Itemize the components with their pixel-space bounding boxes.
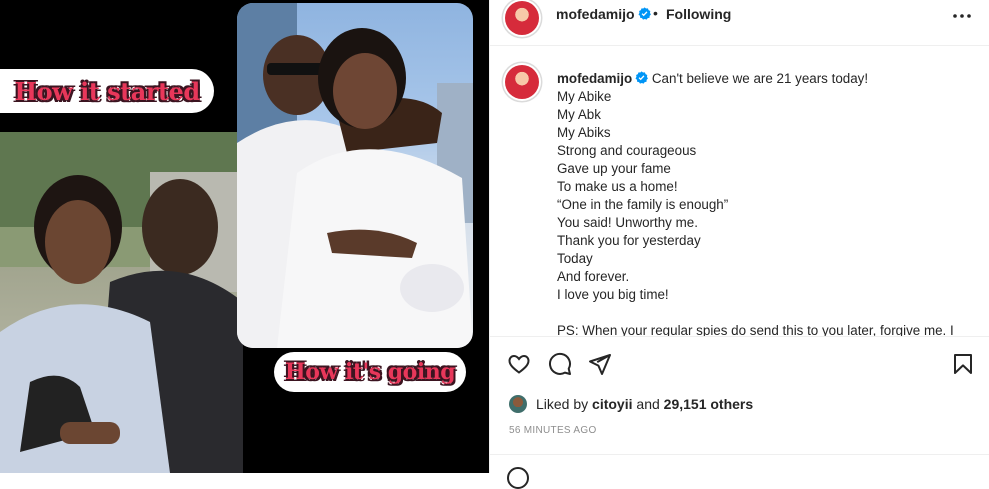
emoji-icon[interactable] (507, 467, 529, 489)
comment-bubble-icon[interactable] (548, 352, 572, 376)
post-header: mofedamijo • Following (490, 0, 989, 46)
add-comment-bar (490, 454, 989, 489)
verified-badge-icon (635, 71, 649, 84)
header-separator: • (653, 5, 658, 21)
caption-line: And forever. (557, 269, 630, 284)
caption-line: Gave up your fame (557, 161, 671, 176)
liked-by-user[interactable]: citoyii (592, 396, 632, 412)
following-button[interactable]: Following (666, 6, 731, 22)
photo-how-its-going (237, 3, 473, 348)
caption-line: To make us a home! (557, 179, 678, 194)
caption-line: Today (557, 251, 593, 266)
media-caption-going: How it's going (274, 352, 466, 392)
post-actions: Liked by citoyii and 29,151 others 56 MI… (490, 336, 989, 489)
bookmark-icon[interactable] (951, 352, 975, 376)
photo-how-it-started (0, 132, 243, 473)
post-side-panel: mofedamijo • Following mofedamijo Can't … (489, 0, 989, 489)
verified-badge-icon (638, 7, 651, 20)
author-avatar[interactable] (505, 1, 539, 35)
caption-line: Thank you for yesterday (557, 233, 701, 248)
liked-by-prefix: Liked by (536, 396, 589, 412)
post-timestamp[interactable]: 56 MINUTES AGO (509, 425, 597, 436)
caption-line (557, 304, 977, 322)
liker-avatar[interactable] (509, 395, 527, 413)
paper-plane-icon[interactable] (588, 352, 612, 376)
liked-by-and: and (636, 396, 660, 412)
post-caption: mofedamijo Can't believe we are 21 years… (557, 70, 977, 336)
caption-scroll-area[interactable]: mofedamijo Can't believe we are 21 years… (490, 46, 989, 336)
caption-line: You said! Unworthy me. (557, 215, 698, 230)
media-caption-started: How it started (0, 69, 214, 113)
likes-count[interactable]: 29,151 others (664, 396, 754, 412)
caption-author-avatar[interactable] (505, 65, 539, 99)
caption-line: My Abiks (557, 125, 611, 140)
post-media[interactable]: How it started How it's going (0, 0, 489, 473)
likes-summary: Liked by citoyii and 29,151 others (509, 395, 753, 413)
caption-line: Strong and courageous (557, 143, 697, 158)
caption-line: My Abk (557, 107, 601, 122)
heart-icon[interactable] (507, 352, 531, 376)
caption-line: My Abike (557, 89, 612, 104)
caption-line: “One in the family is enough” (557, 197, 729, 212)
caption-first-line: mofedamijo Can't believe we are 21 years… (557, 70, 977, 88)
caption-line: PS: When your regular spies do send this… (557, 323, 954, 336)
caption-text-first: Can't believe we are 21 years today! (651, 71, 869, 86)
caption-username[interactable]: mofedamijo (557, 71, 632, 86)
ellipsis-icon[interactable] (952, 6, 972, 26)
caption-line: I love you big time! (557, 287, 669, 302)
author-username[interactable]: mofedamijo (556, 6, 651, 22)
